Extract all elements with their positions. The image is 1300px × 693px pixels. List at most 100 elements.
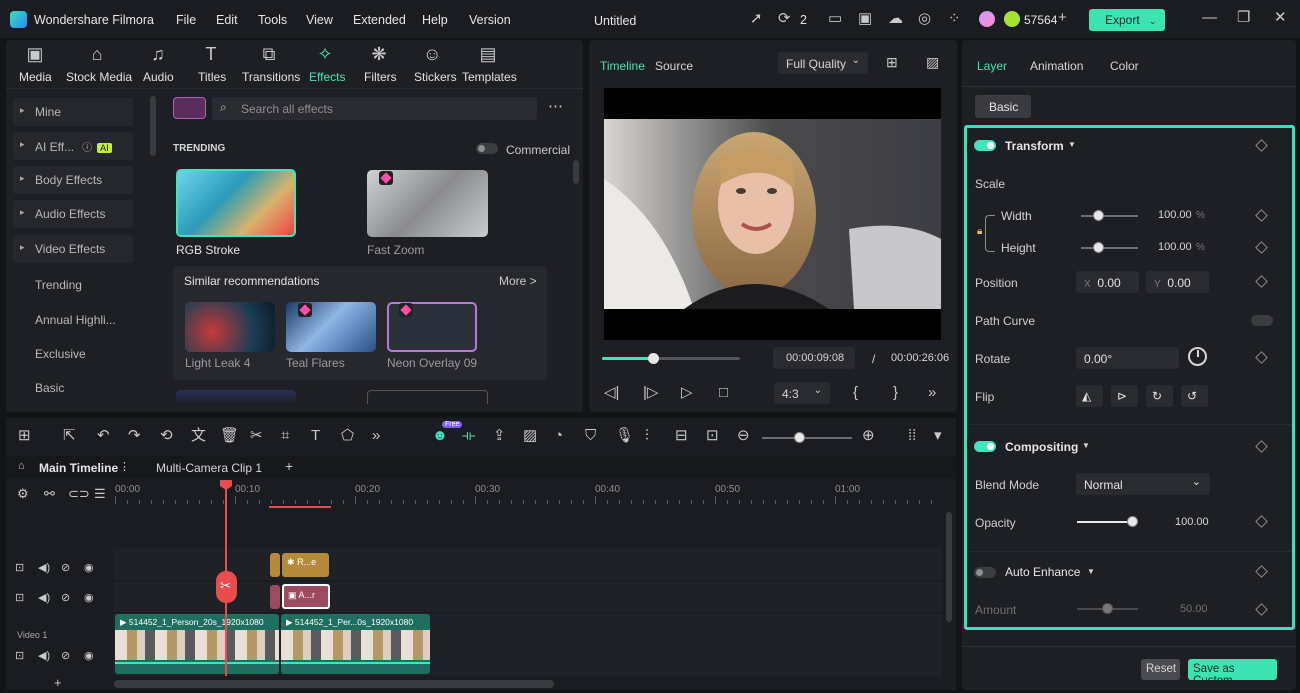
sidebar-item-body-effects[interactable]: Body Effects <box>13 166 133 194</box>
height-slider[interactable] <box>1081 247 1138 249</box>
eye-icon[interactable]: ◉ <box>84 561 94 574</box>
rotate-right-icon[interactable]: ↻ <box>1146 385 1173 407</box>
mute-icon[interactable]: ⊘ <box>61 561 70 574</box>
more-icon[interactable]: ⋯ <box>548 99 563 114</box>
add-track-icon[interactable]: + <box>54 676 62 689</box>
more-link[interactable]: More > <box>499 274 537 288</box>
effect-clip[interactable]: ✱ R...e <box>282 553 329 577</box>
position-y-field[interactable]: Y 0.00 <box>1146 271 1209 293</box>
home-icon[interactable]: ⌂ <box>18 461 25 472</box>
close-icon[interactable]: ✕ <box>1274 10 1287 25</box>
ai-search-toggle[interactable] <box>173 97 206 119</box>
sidebar-sub-basic[interactable]: Basic <box>35 381 64 395</box>
tab-stickers[interactable]: Stickers <box>414 70 457 84</box>
track-settings-icon[interactable]: ⚙ <box>17 487 29 500</box>
caret-down-icon[interactable]: ▼ <box>1087 567 1095 576</box>
position-x-field[interactable]: X 0.00 <box>1076 271 1139 293</box>
tab-main-timeline[interactable]: Main Timeline <box>39 461 118 475</box>
cut-icon[interactable]: ✂ <box>250 428 263 443</box>
templates-icon[interactable]: ▤ <box>479 45 497 63</box>
mark-in-icon[interactable]: { <box>853 385 858 400</box>
tab-stock-media[interactable]: Stock Media <box>66 70 132 84</box>
current-time[interactable]: 00:00:09:08 <box>773 347 855 369</box>
tab-transitions[interactable]: Transitions <box>242 70 300 84</box>
undo-icon[interactable]: ↶ <box>97 428 110 443</box>
amount-slider-knob[interactable] <box>1102 603 1113 614</box>
flip-horizontal-icon[interactable]: ◭ <box>1076 385 1103 407</box>
mic-icon[interactable]: 🎙︎ <box>615 428 634 443</box>
sidebar-sub-annual[interactable]: Annual Highli... <box>35 313 116 327</box>
dropdown-icon[interactable]: ▾ <box>934 428 942 443</box>
avatar[interactable] <box>979 11 995 27</box>
reset-button[interactable]: Reset <box>1141 659 1180 680</box>
basic-tab[interactable]: Basic <box>975 95 1031 118</box>
send-icon[interactable]: ➚ <box>750 11 763 26</box>
zoom-out-icon[interactable]: ⊖ <box>737 428 750 443</box>
track-grid-icon[interactable]: ⁞⁞ <box>908 428 916 443</box>
rotate-field[interactable]: 0.00° <box>1076 347 1179 369</box>
grid-icon[interactable]: ⊞ <box>886 55 898 69</box>
tab-timeline[interactable]: Timeline <box>600 59 645 73</box>
zoom-slider[interactable] <box>762 437 852 439</box>
zoom-in-icon[interactable]: ⊕ <box>862 428 875 443</box>
similar-card-light-leak[interactable] <box>185 302 275 352</box>
layout-icon[interactable]: ▭ <box>828 11 842 26</box>
layout-grid-icon[interactable]: ⊞ <box>18 428 31 443</box>
video-clip-1[interactable]: ▶ 514452_1_Person_20s_1920x1080 <box>115 614 279 674</box>
menu-view[interactable]: View <box>306 13 333 27</box>
previous-frame-icon[interactable]: ◁| <box>604 385 619 400</box>
stop-icon[interactable]: □ <box>719 385 728 400</box>
stock-media-icon[interactable]: ⌂ <box>88 45 106 63</box>
save-icon[interactable]: ▣ <box>858 11 872 26</box>
forward-icon[interactable]: » <box>372 428 380 443</box>
eye-icon[interactable]: ◉ <box>84 649 94 662</box>
menu-file[interactable]: File <box>176 13 196 27</box>
export-button[interactable]: Export ⌄ <box>1089 9 1165 31</box>
amount-value[interactable]: 50.00 <box>1180 603 1208 615</box>
sidebar-scrollbar[interactable] <box>150 96 156 156</box>
tab-layer[interactable]: Layer <box>977 59 1007 73</box>
effect-card-rgb-stroke[interactable] <box>176 169 296 237</box>
snapshot-icon[interactable]: ▨ <box>926 55 939 69</box>
transition-icon[interactable]: ⊡ <box>706 428 719 443</box>
maximize-icon[interactable]: ❐ <box>1237 10 1250 25</box>
mark-out-icon[interactable]: } <box>893 385 898 400</box>
filters-icon[interactable]: ❋ <box>370 45 388 63</box>
captions-icon[interactable]: ⊟ <box>675 428 688 443</box>
rotate-left-icon[interactable]: ↺ <box>1181 385 1208 407</box>
aspect-dropdown[interactable]: 4:3 ⌄ <box>774 382 830 404</box>
volume-icon[interactable]: ◀) <box>38 591 50 604</box>
select-icon[interactable]: ⇱ <box>63 428 76 443</box>
zoom-slider-knob[interactable] <box>794 432 805 443</box>
menu-tools[interactable]: Tools <box>258 13 287 27</box>
lock-icon[interactable]: ⊡ <box>15 591 24 604</box>
opacity-slider-knob[interactable] <box>1127 516 1138 527</box>
path-curve-toggle[interactable] <box>1251 315 1273 326</box>
ai-copilot-icon[interactable]: ☻ <box>432 428 448 443</box>
lock-icon[interactable]: 🔒︎ <box>977 226 982 237</box>
sidebar-item-ai-effects[interactable]: AI Eff... ⓘ AI <box>13 132 133 160</box>
headset-icon[interactable]: ◎ <box>918 11 931 26</box>
sidebar-item-mine[interactable]: Mine <box>13 98 133 126</box>
tab-audio[interactable]: Audio <box>143 70 174 84</box>
timeline-vertical-scrollbar[interactable] <box>946 512 952 622</box>
sidebar-item-video-effects[interactable]: Video Effects <box>13 235 133 263</box>
opacity-slider[interactable] <box>1077 521 1134 523</box>
sidebar-sub-trending[interactable]: Trending <box>35 278 82 292</box>
split-scissors-icon[interactable]: ✂ <box>216 571 237 603</box>
transitions-icon[interactable]: ⧉ <box>260 45 278 63</box>
tab-color[interactable]: Color <box>1110 59 1139 73</box>
export-clip-icon[interactable]: ⇪ <box>493 428 506 443</box>
lock-icon[interactable]: ⊡ <box>15 561 24 574</box>
add-tab-icon[interactable]: + <box>285 459 293 473</box>
shape-icon[interactable]: ⬠ <box>341 428 354 443</box>
save-as-custom-button[interactable]: Save as Custom <box>1188 659 1277 687</box>
quality-dropdown[interactable]: Full Quality ⌄ <box>778 52 868 74</box>
sidebar-sub-exclusive[interactable]: Exclusive <box>35 347 86 361</box>
crop-icon[interactable]: ⌗ <box>281 428 289 443</box>
eye-icon[interactable]: ◉ <box>84 591 94 604</box>
tab-source[interactable]: Source <box>655 59 693 73</box>
text-clip-handle[interactable] <box>270 585 280 609</box>
volume-icon[interactable]: ◀) <box>38 561 50 574</box>
menu-edit[interactable]: Edit <box>216 13 238 27</box>
